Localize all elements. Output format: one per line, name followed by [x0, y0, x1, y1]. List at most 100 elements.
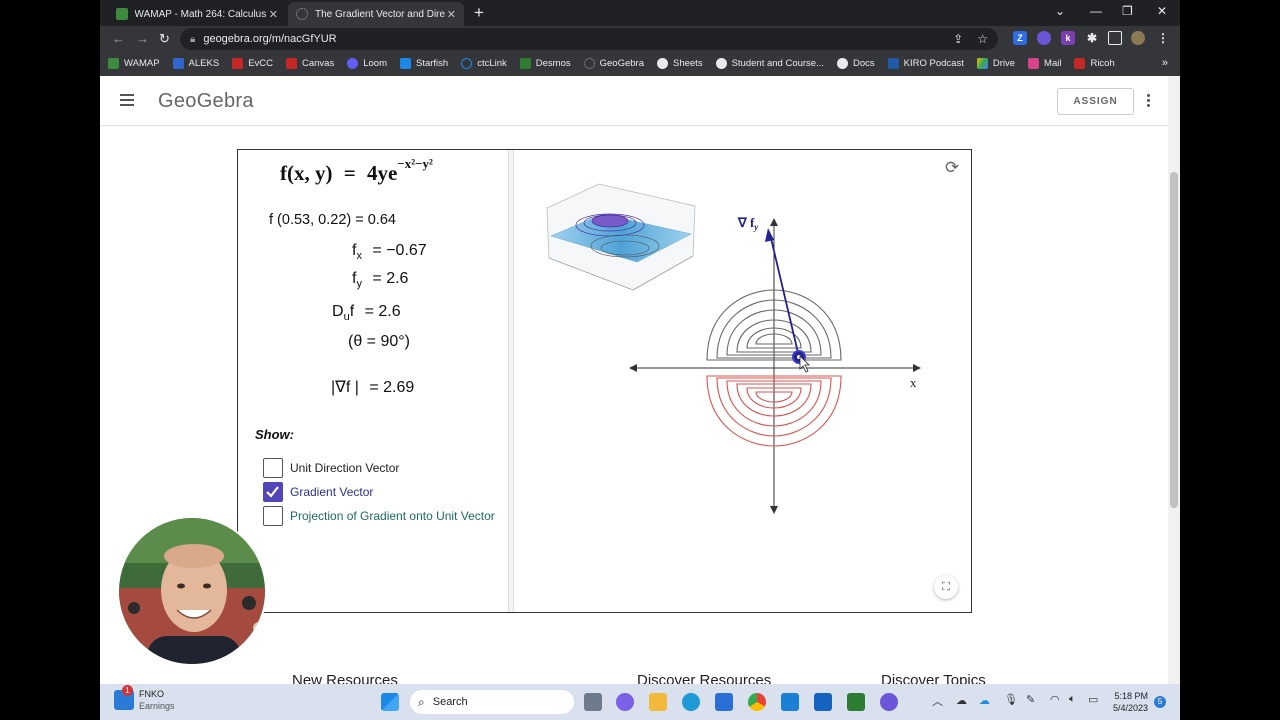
surface-3d-thumbnail [546, 183, 696, 291]
forward-icon[interactable]: → [136, 31, 149, 46]
notification-count-badge[interactable]: 5 [1154, 696, 1166, 708]
url-text: geogebra.org/m/nacGfYUR [203, 33, 337, 45]
geogebra-logo[interactable]: GeoGebra [158, 90, 254, 113]
clock[interactable]: 5:18 PM 5/4/2023 [1110, 690, 1148, 714]
puzzle-extensions-icon[interactable]: ✱ [1085, 31, 1099, 45]
bookmark-item[interactable]: Drive [976, 57, 1015, 69]
reload-icon[interactable]: ↻ [159, 31, 170, 47]
close-tab-icon[interactable]: ✕ [269, 8, 278, 21]
checkbox-unit-direction-vector[interactable]: Unit Direction Vector [263, 458, 399, 478]
checkbox-projection[interactable]: Projection of Gradient onto Unit Vector [263, 506, 495, 526]
bookmark-icon [887, 57, 899, 69]
bookmark-icon [1028, 57, 1040, 69]
unchecked-checkbox[interactable] [263, 458, 283, 478]
teams-icon[interactable] [616, 693, 634, 711]
bookmark-item[interactable]: ALEKS [172, 57, 219, 69]
bookmark-item[interactable]: ctcLink [461, 57, 507, 69]
mail-app-icon[interactable] [814, 693, 832, 711]
menu-icon[interactable] [120, 94, 134, 106]
browser-menu-icon[interactable]: ⋮ [1156, 31, 1170, 45]
scrollbar-thumb[interactable] [1170, 172, 1178, 508]
new-resources-heading[interactable]: New Resources [292, 672, 398, 684]
function-rhs-exponent: −x²−y² [397, 156, 433, 171]
volume-icon[interactable]: 🔈︎ [1069, 693, 1076, 706]
taskbar-search[interactable]: ⌕ Search [410, 690, 574, 714]
share-icon[interactable]: ⇪ [953, 32, 963, 46]
view-divider[interactable] [509, 150, 514, 612]
task-view-icon[interactable] [584, 693, 602, 711]
discover-resources-heading[interactable]: Discover Resources [637, 672, 771, 684]
wifi-icon[interactable]: ◠ [1050, 693, 1060, 706]
bookmark-item[interactable]: Loom [347, 57, 387, 69]
close-tab-icon[interactable]: ✕ [447, 8, 456, 21]
checkbox-gradient-vector[interactable]: Gradient Vector [263, 482, 373, 502]
graphics-canvas[interactable]: x ∇ fy [515, 150, 971, 612]
store-icon[interactable] [715, 693, 733, 711]
bookmark-star-icon[interactable]: ☆ [977, 32, 988, 46]
gradient-label: ∇ fy [737, 215, 759, 232]
bookmark-item[interactable]: Student and Course... [715, 57, 824, 69]
show-label: Show: [255, 427, 294, 442]
kami-extension-icon[interactable]: k [1061, 31, 1075, 45]
bookmark-item[interactable]: Canvas [286, 57, 334, 69]
bookmark-item[interactable]: Mail [1028, 57, 1061, 69]
more-options-icon[interactable] [1147, 94, 1151, 109]
bookmark-icon [583, 57, 595, 69]
bookmark-item[interactable]: WAMAP [108, 57, 160, 69]
bookmark-icon [1074, 57, 1086, 69]
stock-widget[interactable]: 1 FNKO Earnings [114, 685, 175, 712]
bookmark-item[interactable]: Sheets [657, 57, 703, 69]
more-bookmarks-icon[interactable]: » [1162, 57, 1168, 69]
fullscreen-button[interactable]: ⛶ [934, 575, 958, 599]
date: 5/4/2023 [1112, 703, 1148, 713]
geogebra-tab-icon [296, 8, 308, 20]
bookmark-item[interactable]: EvCC [232, 57, 273, 69]
profile-avatar[interactable] [1131, 31, 1145, 45]
tab-gradient[interactable]: The Gradient Vector and Directio ✕ [288, 2, 464, 26]
chrome-icon[interactable] [748, 693, 766, 711]
checked-checkbox[interactable] [263, 482, 283, 502]
tray-overflow-icon[interactable]: ︿ [932, 693, 943, 709]
onedrive-blue-icon[interactable]: ☁ [979, 694, 990, 707]
tab-wamap[interactable]: WAMAP - Math 264: Calculus 4 - ✕ [108, 2, 286, 26]
onedrive-icon[interactable]: ☁ [956, 694, 967, 707]
app-icon[interactable] [880, 693, 898, 711]
tab-search-icon[interactable]: ⌄ [1055, 4, 1065, 18]
bookmark-item[interactable]: GeoGebra [583, 57, 644, 69]
new-tab-button[interactable]: + [474, 3, 484, 23]
close-window-button[interactable]: ✕ [1157, 4, 1167, 18]
graphics-view[interactable]: x ∇ fy ⟳ ⛶ [515, 150, 971, 612]
assign-button[interactable]: ASSIGN [1057, 88, 1134, 115]
bookmark-item[interactable]: Starfish [399, 57, 448, 69]
calendar-app-icon[interactable] [847, 693, 865, 711]
screen: WAMAP - Math 264: Calculus 4 - ✕ The Gra… [0, 0, 1280, 720]
bookmark-item[interactable]: Docs [837, 57, 875, 69]
mic-icon[interactable]: 🎙︎ [1004, 693, 1018, 706]
file-explorer-icon[interactable] [649, 693, 667, 711]
bookmark-icon [976, 57, 988, 69]
zoom-extension-icon[interactable]: Z [1013, 31, 1027, 45]
restore-button[interactable]: ❐ [1122, 4, 1133, 18]
search-label: Search [432, 696, 468, 708]
battery-icon[interactable]: ▭ [1088, 693, 1098, 706]
discover-topics-heading[interactable]: Discover Topics [881, 672, 986, 684]
webcam-overlay [117, 516, 267, 666]
zoom-app-icon[interactable] [781, 693, 799, 711]
sidepanel-icon[interactable] [1108, 31, 1122, 45]
bookmark-item[interactable]: Ricoh [1074, 57, 1115, 69]
bookmark-item[interactable]: Desmos [519, 57, 571, 69]
edge-icon[interactable] [682, 693, 700, 711]
stock-sub: Earnings [139, 701, 175, 711]
webcam-person-image [119, 518, 265, 664]
fx-row: fx = −0.67 [352, 242, 427, 263]
address-bar[interactable]: 🔒︎ geogebra.org/m/nacGfYUR ⇪ ☆ [180, 28, 998, 50]
unchecked-checkbox[interactable] [263, 506, 283, 526]
page-scrollbar[interactable] [1168, 76, 1180, 684]
extension-icon[interactable] [1037, 31, 1051, 45]
minimize-button[interactable]: — [1090, 4, 1102, 18]
back-icon[interactable]: ← [112, 31, 125, 46]
reset-icon[interactable]: ⟳ [945, 158, 959, 178]
bookmark-item[interactable]: KIRO Podcast [887, 57, 964, 69]
start-icon[interactable] [381, 693, 399, 711]
pen-icon[interactable]: ✎ [1026, 693, 1035, 706]
